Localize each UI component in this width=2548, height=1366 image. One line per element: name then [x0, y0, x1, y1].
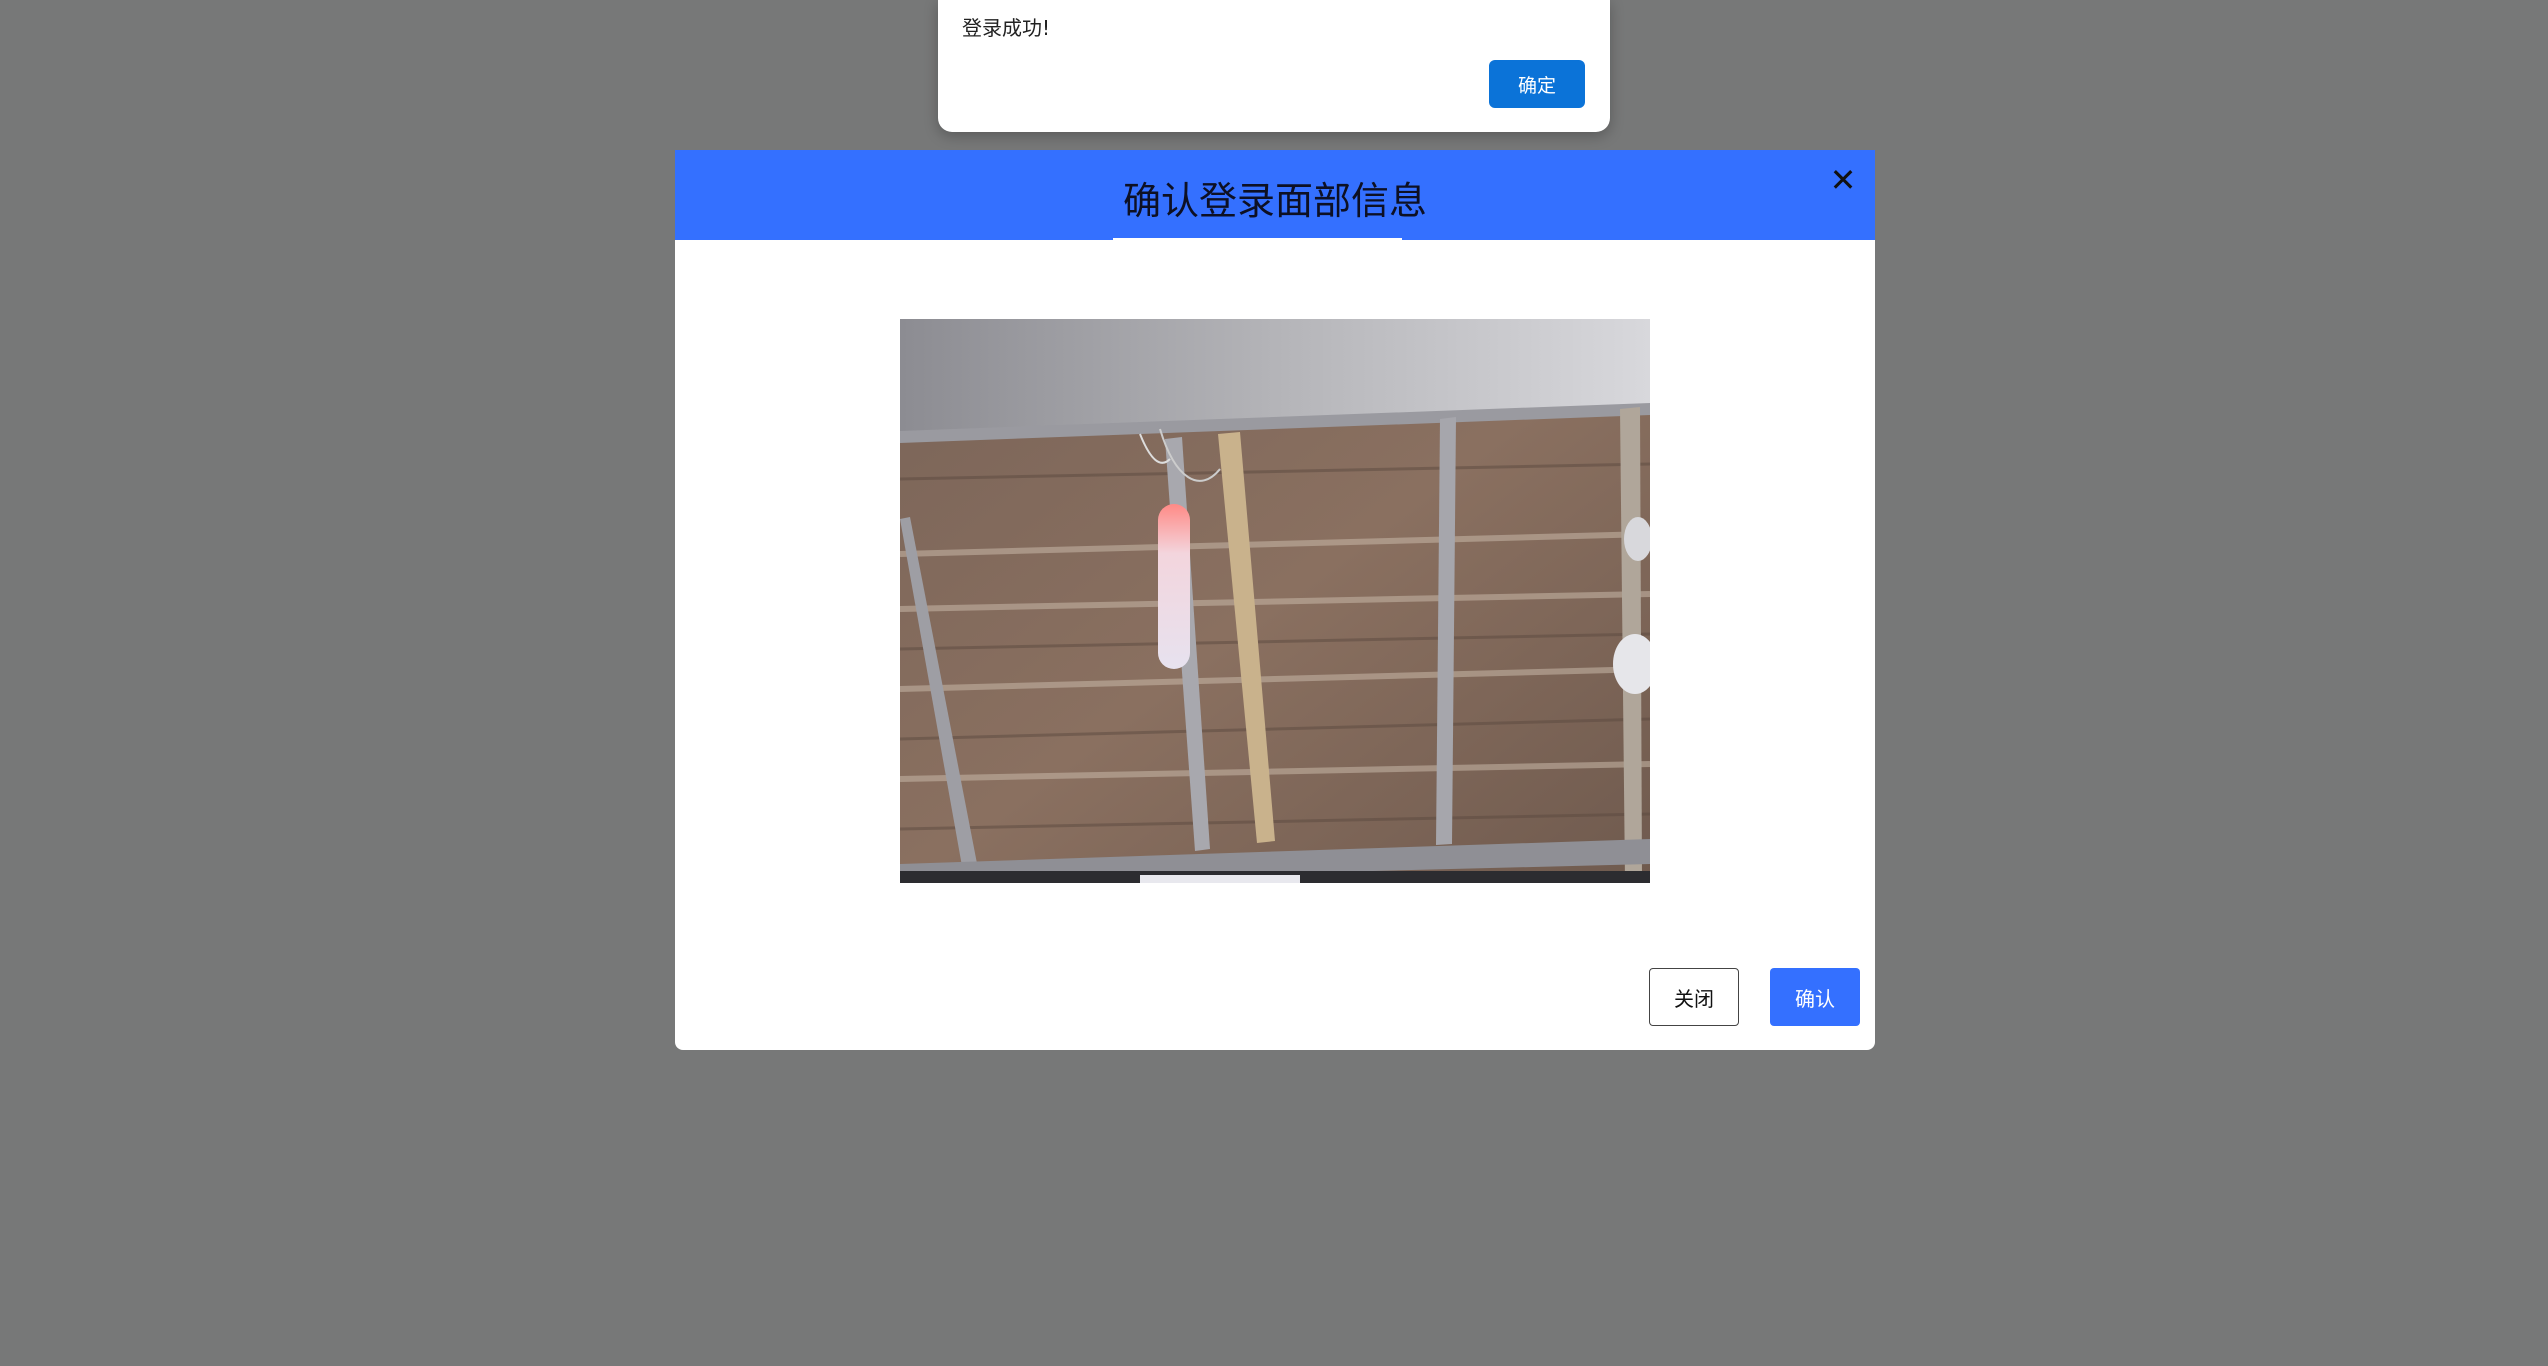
alert-ok-button[interactable]: 确定 [1489, 60, 1585, 108]
alert-message: 登录成功! [962, 16, 1051, 40]
modal-header: 确认登录面部信息 ✕ [675, 150, 1875, 240]
modal-title: 确认登录面部信息 [1122, 179, 1427, 223]
login-success-alert: 登录成功! 确定 [938, 0, 1610, 132]
face-confirm-modal: 确认登录面部信息 ✕ 关闭 确认 [675, 150, 1875, 1050]
close-button[interactable]: 关闭 [1649, 968, 1739, 1026]
confirm-button[interactable]: 确认 [1770, 968, 1860, 1026]
title-underline [1113, 238, 1402, 240]
close-icon[interactable]: ✕ [1823, 160, 1863, 200]
face-capture-image [900, 319, 1650, 883]
